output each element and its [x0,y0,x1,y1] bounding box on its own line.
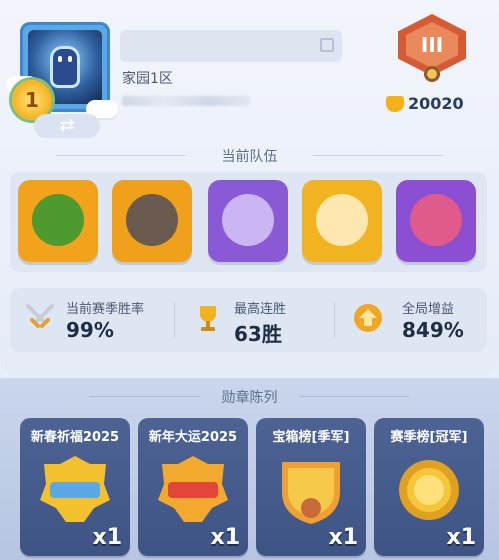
blurred-player-id [122,96,250,106]
stat-value: 63胜 [234,322,282,346]
hero-2-icon [126,194,178,246]
stat-label: 全局增益 [402,302,455,317]
medal-name: 赛季榜[冠军] [390,430,468,445]
hero-slot-1[interactable] [18,180,98,262]
stat-value: 99% [66,318,114,342]
rank-knob-icon [424,66,440,82]
robot-character-icon [50,46,80,88]
edit-icon[interactable] [320,38,334,52]
medal-name: 新年大运2025 [148,430,238,445]
trophy-icon [386,95,404,112]
player-name-field[interactable] [120,30,342,62]
swap-avatar-button[interactable]: ⇄ [34,114,100,138]
hero-4-icon [316,194,368,246]
red-2025-medal-icon [158,456,228,522]
team-panel [10,172,487,272]
hero-1-icon [32,194,84,246]
medal-count: x1 [210,525,241,550]
stat-value: 849% [402,318,464,342]
champion-gold-medal-icon [399,460,459,520]
avatar[interactable]: 1 [6,22,118,120]
stat-divider [334,302,335,338]
medal-count: x1 [92,525,123,550]
trophy-cup-icon [200,306,216,331]
hero-3-icon [222,194,274,246]
stat-global-boost: 全局增益 849% [346,294,476,346]
hero-5-icon [410,194,462,246]
stat-divider [174,302,175,338]
hero-slot-4[interactable] [302,180,382,262]
stat-label: 最高连胜 [234,302,287,317]
rank-numeral: III [406,22,458,68]
medal-card[interactable]: 新年大运2025 x1 [138,418,248,556]
boost-arrow-icon [354,304,382,332]
medal-count: x1 [328,525,359,550]
third-place-shield-icon [282,462,340,524]
hero-slot-2[interactable] [112,180,192,262]
stat-label: 当前赛季胜率 [66,302,145,317]
medal-count: x1 [446,525,477,550]
trophy-score: 20020 [408,94,464,113]
medal-card[interactable]: 新春祈福2025 x1 [20,418,130,556]
stat-win-streak: 最高连胜 63胜 [186,294,326,346]
stats-panel: 当前赛季胜率 99% 最高连胜 63胜 全局增益 849% [10,288,487,352]
swap-arrows-icon: ⇄ [59,115,75,136]
hero-slot-3[interactable] [208,180,288,262]
medal-name: 新春祈福2025 [30,430,120,445]
server-name: 家园1区 [122,71,173,87]
team-title: 当前队伍 [221,149,278,165]
hero-slot-5[interactable] [396,180,476,262]
medal-title: 勋章陈列 [221,390,278,406]
medal-card[interactable]: 赛季榜[冠军] x1 [374,418,484,556]
crossed-swords-icon [26,304,54,328]
medal-card[interactable]: 宝箱榜[季军] x1 [256,418,366,556]
medal-name: 宝箱榜[季军] [272,430,350,445]
gold-2025-medal-icon [40,456,110,522]
stat-win-rate: 当前赛季胜率 99% [18,294,168,346]
trophy-count: 20020 [386,94,464,113]
